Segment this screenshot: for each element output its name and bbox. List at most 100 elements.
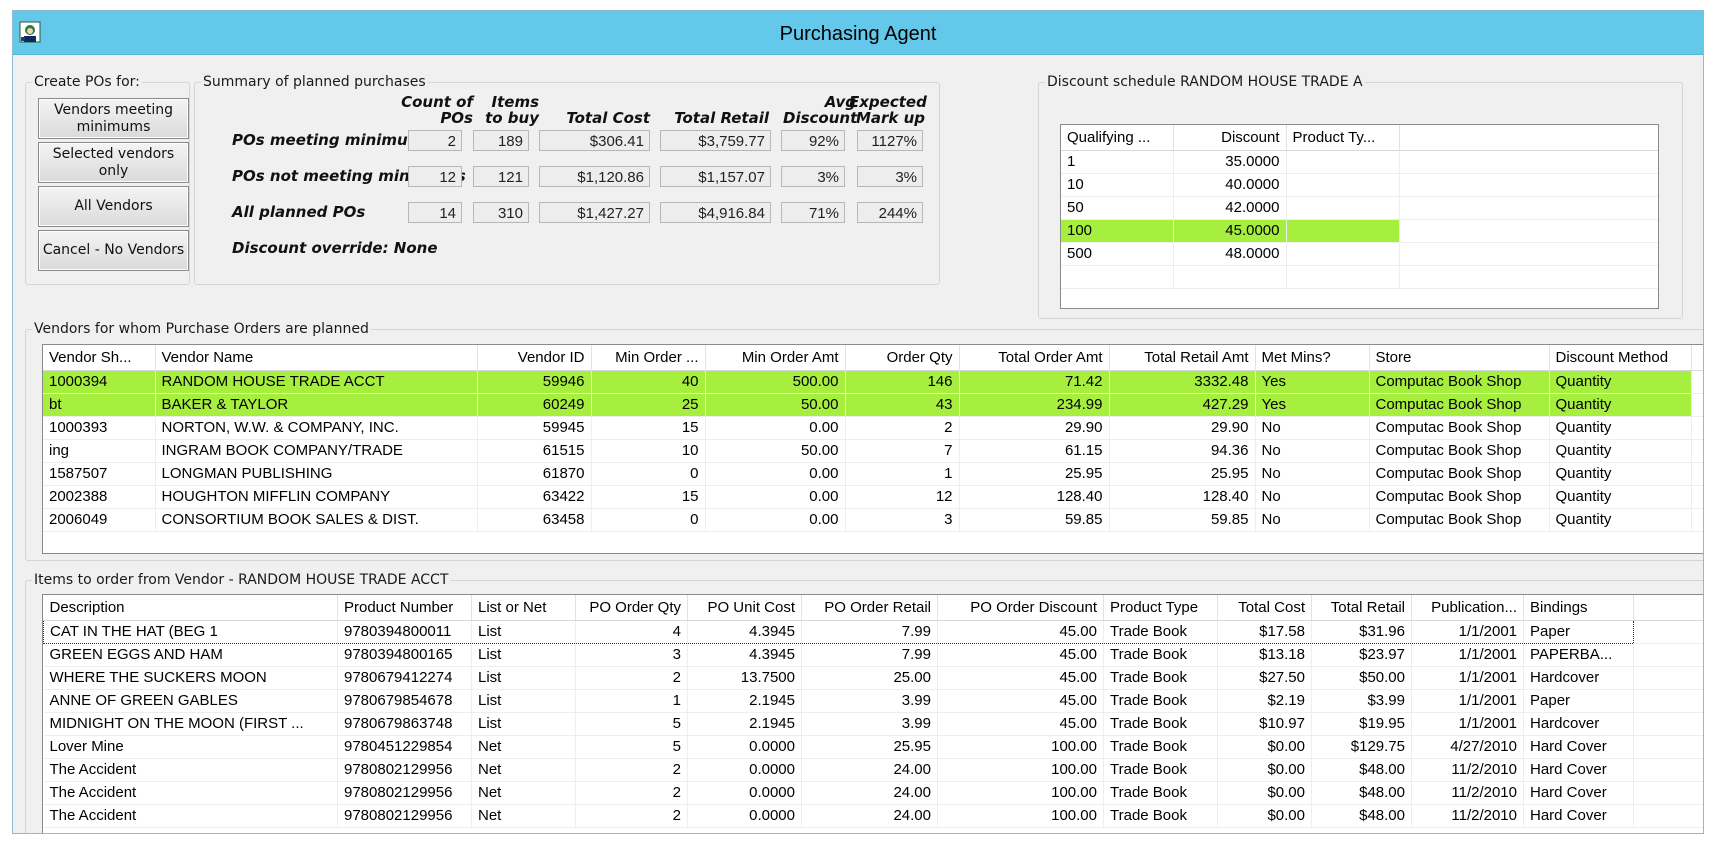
vendor-row[interactable]: 2006049 CONSORTIUM BOOK SALES & DIST. 6345…	[43, 508, 1703, 532]
item-cell-description: The Accident	[43, 758, 338, 782]
vendor-row[interactable]: 1000393 NORTON, W.W. & COMPANY, INC. 59945…	[43, 416, 1703, 440]
item-column-bindings[interactable]: Bindings	[1523, 595, 1634, 621]
discount-row[interactable]: 100 45.0000	[1061, 219, 1658, 243]
item-column-list-or-net[interactable]: List or Net	[471, 595, 576, 621]
item-column-publication[interactable]: Publication...	[1411, 595, 1524, 621]
item-cell-total-retail: $48.00	[1311, 758, 1412, 782]
vendor-column-vendor-id[interactable]: Vendor ID	[477, 345, 592, 371]
vendor-column-min-order-amt[interactable]: Min Order Amt	[705, 345, 846, 371]
discount-row[interactable]: 50 42.0000	[1061, 196, 1658, 220]
item-cell-publication: 11/2/2010	[1411, 781, 1524, 805]
all-planned-markup: 244%	[857, 202, 923, 223]
discount-cell-filler	[1399, 173, 1658, 197]
item-column-product-type[interactable]: Product Type	[1103, 595, 1218, 621]
item-row[interactable]: The Accident 9780802129956 Net 2 0.0000 24.00…	[43, 804, 1703, 828]
column-discount[interactable]: Discount	[1173, 125, 1287, 151]
empty-cell	[1399, 265, 1658, 289]
item-column-po-unit-cost[interactable]: PO Unit Cost	[687, 595, 802, 621]
item-row[interactable]: MIDNIGHT ON THE MOON (FIRST ... 978067986…	[43, 712, 1703, 736]
item-cell-filler	[1633, 689, 1703, 713]
item-cell-product-type: Trade Book	[1103, 758, 1218, 782]
all-vendors-button[interactable]: All Vendors	[38, 186, 189, 227]
item-cell-total-cost: $17.58	[1217, 619, 1312, 644]
vendor-cell-vendor-name: CONSORTIUM BOOK SALES & DIST.	[155, 508, 478, 532]
vendor-cell-order-qty: 1	[845, 462, 960, 486]
vendor-cell-vendor-sh: bt	[43, 393, 156, 417]
item-cell-po-order-retail: 3.99	[801, 712, 938, 736]
vendor-row[interactable]: bt BAKER & TAYLOR 60249 25 50.00 43 234.99 427.…	[43, 393, 1703, 417]
pos-meeting-count: 2	[408, 130, 462, 151]
discount-row[interactable]: 1 35.0000	[1061, 150, 1658, 174]
vendor-cell-min-order-amt: 50.00	[705, 393, 846, 417]
item-column-po-order-retail[interactable]: PO Order Retail	[801, 595, 938, 621]
vendor-row[interactable]: 1000394 RANDOM HOUSE TRADE ACCT 59946 40 500…	[43, 370, 1703, 394]
item-cell-total-cost: $0.00	[1217, 804, 1312, 828]
vendors-meeting-minimums-button[interactable]: Vendors meeting minimums	[38, 98, 189, 139]
item-cell-description: WHERE THE SUCKERS MOON	[43, 666, 338, 690]
pos-meeting-total-cost: $306.41	[539, 130, 650, 151]
vendor-cell-order-qty: 12	[845, 485, 960, 509]
item-column-po-order-discount[interactable]: PO Order Discount	[937, 595, 1104, 621]
item-cell-po-order-retail: 24.00	[801, 804, 938, 828]
discount-schedule-grid[interactable]: Qualifying ... Discount Product Ty... 13…	[1060, 124, 1659, 309]
header-total-retail: Total Retail	[674, 109, 769, 127]
vendor-row[interactable]: ing INGRAM BOOK COMPANY/TRADE 61515 10 50.00…	[43, 439, 1703, 463]
discount-row[interactable]: 500 48.0000	[1061, 242, 1658, 266]
pos-not-meeting-total-retail: $1,157.07	[660, 166, 771, 187]
discount-cell-discount: 45.0000	[1173, 219, 1287, 243]
vendor-column-discount-method[interactable]: Discount Method	[1549, 345, 1692, 371]
item-row[interactable]: GREEN EGGS AND HAM 9780394800165 List 3 4.39…	[43, 643, 1703, 667]
item-column-total-retail[interactable]: Total Retail	[1311, 595, 1412, 621]
item-column-description[interactable]: Description	[43, 595, 338, 621]
vendor-cell-vendor-name: BAKER & TAYLOR	[155, 393, 478, 417]
item-row[interactable]: ANNE OF GREEN GABLES 9780679854678 List 1 2.…	[43, 689, 1703, 713]
title-bar[interactable]: Purchasing Agent	[13, 11, 1703, 55]
vendors-grid[interactable]: Vendor Sh... Vendor Name Vendor ID Min Orde…	[42, 344, 1703, 554]
vendor-column-vendor-name[interactable]: Vendor Name	[155, 345, 478, 371]
item-cell-product-number: 9780802129956	[337, 781, 472, 805]
vendor-cell-order-qty: 3	[845, 508, 960, 532]
item-cell-total-retail: $48.00	[1311, 804, 1412, 828]
item-column-product-number[interactable]: Product Number	[337, 595, 472, 621]
column-qualifying[interactable]: Qualifying ...	[1061, 125, 1174, 151]
item-cell-po-unit-cost: 0.0000	[687, 735, 802, 759]
item-row[interactable]: WHERE THE SUCKERS MOON 9780679412274 List 2…	[43, 666, 1703, 690]
item-cell-list-or-net: List	[471, 643, 576, 667]
discount-row[interactable]: 10 40.0000	[1061, 173, 1658, 197]
item-row[interactable]: CAT IN THE HAT (BEG 1 9780394800011 List 4 4…	[43, 619, 1703, 644]
vendor-cell-total-retail-amt: 3332.48	[1109, 370, 1256, 394]
item-cell-list-or-net: Net	[471, 735, 576, 759]
vendor-cell-min-order-amt: 0.00	[705, 485, 846, 509]
item-column-total-cost[interactable]: Total Cost	[1217, 595, 1312, 621]
vendor-column-met-mins[interactable]: Met Mins?	[1255, 345, 1370, 371]
item-cell-description: The Accident	[43, 804, 338, 828]
vendor-column-total-retail-amt[interactable]: Total Retail Amt	[1109, 345, 1256, 371]
item-column-po-order-qty[interactable]: PO Order Qty	[575, 595, 688, 621]
vendor-column-store[interactable]: Store	[1369, 345, 1550, 371]
items-grid[interactable]: Description Product Number List or Net PO O…	[42, 594, 1703, 833]
item-row[interactable]: The Accident 9780802129956 Net 2 0.0000 24.00…	[43, 781, 1703, 805]
item-row[interactable]: The Accident 9780802129956 Net 2 0.0000 24.00…	[43, 758, 1703, 782]
item-cell-product-type: Trade Book	[1103, 712, 1218, 736]
selected-vendors-only-button[interactable]: Selected vendors only	[38, 142, 189, 183]
vendor-row[interactable]: 1587507 LONGMAN PUBLISHING 61870 0 0.00 1 25.9…	[43, 462, 1703, 486]
item-row[interactable]: Lover Mine 9780451229854 Net 5 0.0000 25.95 10…	[43, 735, 1703, 759]
vendor-column-vendor-sh[interactable]: Vendor Sh...	[43, 345, 156, 371]
cancel-no-vendors-button[interactable]: Cancel - No Vendors	[38, 230, 189, 271]
vendor-cell-total-order-amt: 59.85	[959, 508, 1110, 532]
vendor-cell-filler	[1691, 416, 1703, 440]
discount-cell-qualifying: 500	[1061, 242, 1174, 266]
vendor-cell-met-mins: No	[1255, 508, 1370, 532]
column-product-type[interactable]: Product Ty...	[1286, 125, 1400, 151]
vendor-row[interactable]: 2002388 HOUGHTON MIFFLIN COMPANY 63422 15 0.…	[43, 485, 1703, 509]
vendor-cell-store: Computac Book Shop	[1369, 370, 1550, 394]
all-planned-items: 310	[473, 202, 529, 223]
vendors-legend: Vendors for whom Purchase Orders are pla…	[34, 321, 369, 337]
vendor-column-min-order[interactable]: Min Order ...	[591, 345, 706, 371]
item-cell-product-number: 9780451229854	[337, 735, 472, 759]
vendor-column-total-order-amt[interactable]: Total Order Amt	[959, 345, 1110, 371]
vendor-column-order-qty[interactable]: Order Qty	[845, 345, 960, 371]
item-cell-po-order-retail: 25.95	[801, 735, 938, 759]
item-cell-po-order-discount: 45.00	[937, 712, 1104, 736]
vendor-cell-discount-method: Quantity	[1549, 508, 1692, 532]
